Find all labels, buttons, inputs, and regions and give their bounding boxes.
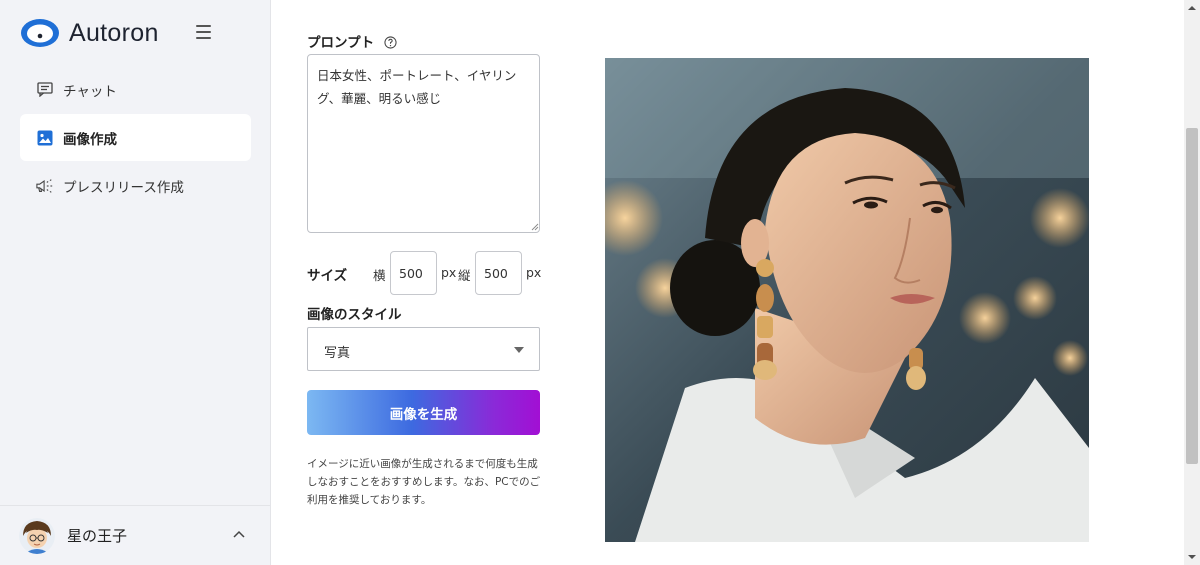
- autoron-logo-icon: [19, 17, 61, 49]
- vertical-scrollbar[interactable]: [1184, 0, 1200, 565]
- help-icon[interactable]: [384, 36, 397, 49]
- usage-note: イメージに近い画像が生成されるまで何度も生成しなおすことをおすすめします。なお、…: [307, 458, 541, 506]
- width-unit: px: [441, 265, 457, 280]
- sidebar-item-image-create[interactable]: 画像作成: [20, 114, 251, 161]
- scroll-up-arrow-icon[interactable]: [1184, 0, 1200, 16]
- width-input[interactable]: [390, 251, 437, 295]
- sidebar-item-label: プレスリリース作成: [63, 179, 184, 196]
- sidebar-item-chat[interactable]: チャット: [20, 66, 251, 113]
- style-select-value: 写真: [324, 346, 351, 361]
- prompt-label: プロンプト: [307, 31, 397, 51]
- style-select[interactable]: 写真: [307, 327, 540, 371]
- resize-grip-icon[interactable]: [531, 223, 539, 231]
- size-label: サイズ: [307, 268, 348, 284]
- image-icon: [36, 129, 54, 147]
- scrollbar-thumb[interactable]: [1186, 128, 1198, 464]
- sidebar: Autoron チャット 画像作成 プレスリリース作成 星の王子: [0, 0, 271, 565]
- chevron-up-icon[interactable]: [233, 530, 245, 538]
- megaphone-icon: [36, 177, 54, 195]
- prompt-textarea[interactable]: 日本女性、ポートレート、イヤリング、華麗、明るい感じ: [307, 54, 540, 233]
- avatar: [19, 517, 55, 554]
- prompt-label-text: プロンプト: [307, 35, 375, 51]
- generated-image: [605, 58, 1089, 542]
- app-window: Autoron チャット 画像作成 プレスリリース作成 星の王子 プロンプト 日…: [0, 0, 1200, 565]
- chat-icon: [36, 81, 54, 99]
- brand[interactable]: Autoron: [19, 16, 159, 50]
- height-input[interactable]: [475, 251, 522, 295]
- generate-image-button[interactable]: 画像を生成: [307, 390, 540, 435]
- sidebar-item-press-release[interactable]: プレスリリース作成: [20, 162, 251, 209]
- sidebar-item-label: チャット: [63, 83, 117, 100]
- height-unit: px: [526, 265, 542, 280]
- app-name: Autoron: [69, 18, 159, 47]
- width-label: 横: [373, 268, 386, 283]
- size-row: サイズ 横 px 縦 px: [307, 251, 552, 295]
- style-label: 画像のスタイル: [307, 307, 402, 323]
- height-label: 縦: [458, 268, 471, 283]
- chevron-down-icon: [514, 347, 524, 353]
- sidebar-nav: チャット 画像作成 プレスリリース作成: [20, 66, 251, 210]
- user-name: 星の王子: [67, 527, 128, 545]
- user-menu[interactable]: 星の王子: [0, 505, 271, 565]
- sidebar-item-label: 画像作成: [63, 131, 117, 148]
- hamburger-menu-icon[interactable]: [196, 25, 211, 39]
- scroll-down-arrow-icon[interactable]: [1184, 549, 1200, 565]
